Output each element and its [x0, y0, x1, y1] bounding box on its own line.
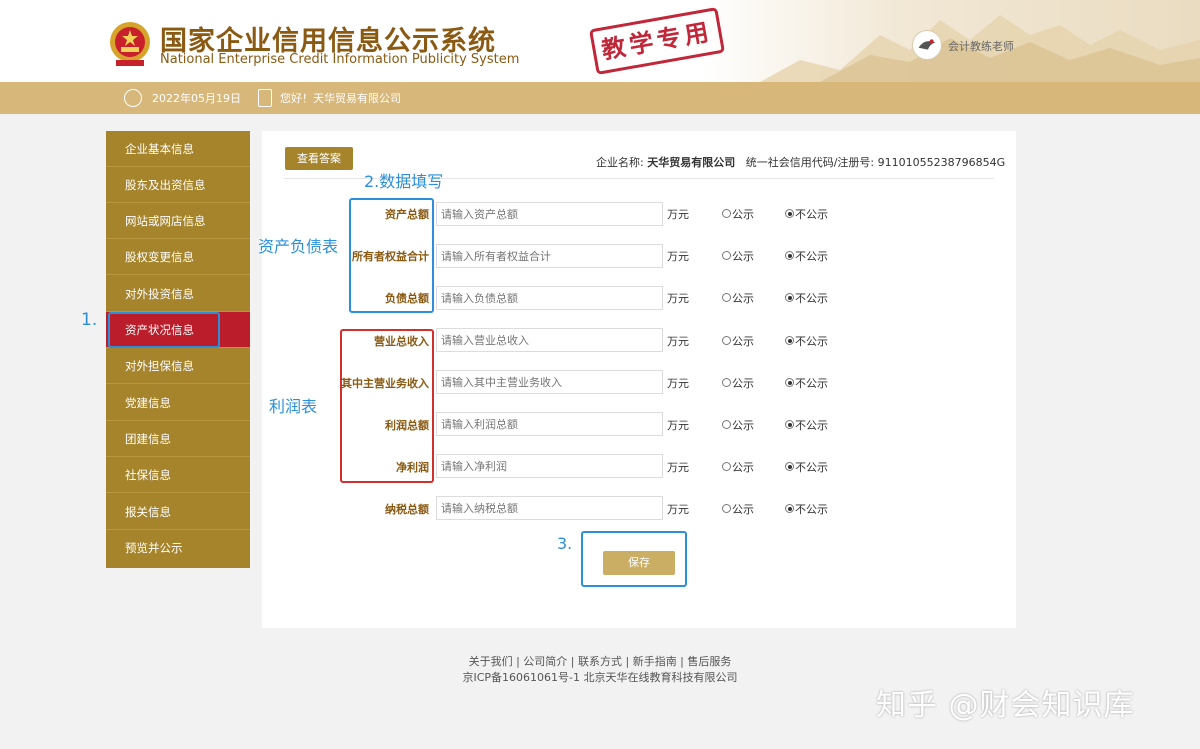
- unit-label: 万元: [667, 419, 689, 432]
- unit-label: 万元: [667, 250, 689, 263]
- private-label: 不公示: [795, 292, 828, 305]
- sidebar-item-investment[interactable]: 对外投资信息: [106, 276, 250, 312]
- sidebar-item-website[interactable]: 网站或网店信息: [106, 203, 250, 239]
- sidebar-item-customs[interactable]: 报关信息: [106, 494, 250, 530]
- company-label: 企业名称:: [596, 156, 644, 169]
- public-radio[interactable]: [722, 504, 731, 513]
- unit-label: 万元: [667, 461, 689, 474]
- private-radio[interactable]: [785, 293, 794, 302]
- public-radio[interactable]: [722, 293, 731, 302]
- unit-label: 万元: [667, 208, 689, 221]
- annotation-step-1: 1.: [81, 310, 98, 330]
- sidebar: 企业基本信息 股东及出资信息 网站或网店信息 股权变更信息 对外投资信息 资产状…: [106, 131, 250, 568]
- sidebar-item-preview[interactable]: 预览并公示: [106, 530, 250, 566]
- annotation-box-sidebar: [108, 312, 220, 348]
- user-name[interactable]: 会计教练老师: [948, 38, 1014, 54]
- private-label: 不公示: [795, 377, 828, 390]
- private-label: 不公示: [795, 250, 828, 263]
- main-business-revenue-input[interactable]: [436, 370, 663, 394]
- public-radio[interactable]: [722, 462, 731, 471]
- credit-code-label: 统一社会信用代码/注册号:: [745, 156, 875, 169]
- private-radio[interactable]: [785, 378, 794, 387]
- public-radio[interactable]: [722, 251, 731, 260]
- annotation-box-balance-sheet: [349, 198, 434, 313]
- total-assets-input[interactable]: [436, 202, 663, 226]
- document-icon: [258, 89, 272, 107]
- private-label: 不公示: [795, 335, 828, 348]
- annotation-income-statement: 利润表: [269, 397, 318, 416]
- greeting-text: 您好！天华贸易有限公司: [280, 92, 401, 105]
- public-label: 公示: [732, 250, 754, 263]
- sidebar-item-guarantee[interactable]: 对外担保信息: [106, 348, 250, 384]
- annotation-step-3: 3.: [557, 534, 573, 553]
- private-radio[interactable]: [785, 209, 794, 218]
- footer-links[interactable]: 关于我们 | 公司简介 | 联系方式 | 新手指南 | 售后服务: [0, 653, 1200, 669]
- public-label: 公示: [732, 208, 754, 221]
- view-answer-button[interactable]: 查看答案: [285, 147, 353, 170]
- company-info: 企业名称: 天华贸易有限公司 统一社会信用代码/注册号: 91101055238…: [596, 154, 1005, 170]
- public-label: 公示: [732, 419, 754, 432]
- public-radio[interactable]: [722, 209, 731, 218]
- public-radio[interactable]: [722, 420, 731, 429]
- sidebar-item-party[interactable]: 党建信息: [106, 385, 250, 421]
- total-tax-input[interactable]: [436, 496, 663, 520]
- unit-label: 万元: [667, 292, 689, 305]
- site-subtitle: National Enterprise Credit Information P…: [160, 52, 520, 67]
- public-label: 公示: [732, 503, 754, 516]
- company-name: 天华贸易有限公司: [647, 156, 736, 169]
- zhihu-watermark: 知乎 @财会知识库: [876, 688, 1135, 723]
- clock-icon: [124, 89, 142, 107]
- annotation-box-save: [581, 531, 687, 587]
- sidebar-item-social-security[interactable]: 社保信息: [106, 457, 250, 493]
- private-label: 不公示: [795, 419, 828, 432]
- sidebar-item-league[interactable]: 团建信息: [106, 421, 250, 457]
- annotation-balance-sheet: 资产负债表: [258, 237, 339, 256]
- sidebar-item-equity-change[interactable]: 股权变更信息: [106, 239, 250, 275]
- owner-equity-input[interactable]: [436, 244, 663, 268]
- private-radio[interactable]: [785, 336, 794, 345]
- unit-label: 万元: [667, 335, 689, 348]
- private-radio[interactable]: [785, 420, 794, 429]
- public-radio[interactable]: [722, 336, 731, 345]
- net-profit-input[interactable]: [436, 454, 663, 478]
- sidebar-item-basic-info[interactable]: 企业基本信息: [106, 131, 250, 167]
- public-label: 公示: [732, 377, 754, 390]
- national-emblem-icon: [110, 22, 150, 66]
- unit-label: 万元: [667, 377, 689, 390]
- private-label: 不公示: [795, 461, 828, 474]
- public-label: 公示: [732, 292, 754, 305]
- sidebar-item-shareholders[interactable]: 股东及出资信息: [106, 167, 250, 203]
- public-radio[interactable]: [722, 378, 731, 387]
- private-radio[interactable]: [785, 462, 794, 471]
- public-label: 公示: [732, 335, 754, 348]
- annotation-box-income-statement: [340, 329, 434, 483]
- private-label: 不公示: [795, 208, 828, 221]
- total-liabilities-input[interactable]: [436, 286, 663, 310]
- private-radio[interactable]: [785, 504, 794, 513]
- private-radio[interactable]: [785, 251, 794, 260]
- public-label: 公示: [732, 461, 754, 474]
- total-profit-input[interactable]: [436, 412, 663, 436]
- site-header: 国家企业信用信息公示系统 National Enterprise Credit …: [0, 0, 1200, 82]
- total-revenue-input[interactable]: [436, 328, 663, 352]
- user-avatar[interactable]: [912, 30, 942, 60]
- annotation-step-2: 2.数据填写: [364, 172, 444, 191]
- current-date: 2022年05月19日: [152, 92, 241, 105]
- unit-label: 万元: [667, 503, 689, 516]
- private-label: 不公示: [795, 503, 828, 516]
- credit-code: 91101055238796854G: [877, 156, 1006, 169]
- row-label: 纳税总额: [385, 503, 429, 516]
